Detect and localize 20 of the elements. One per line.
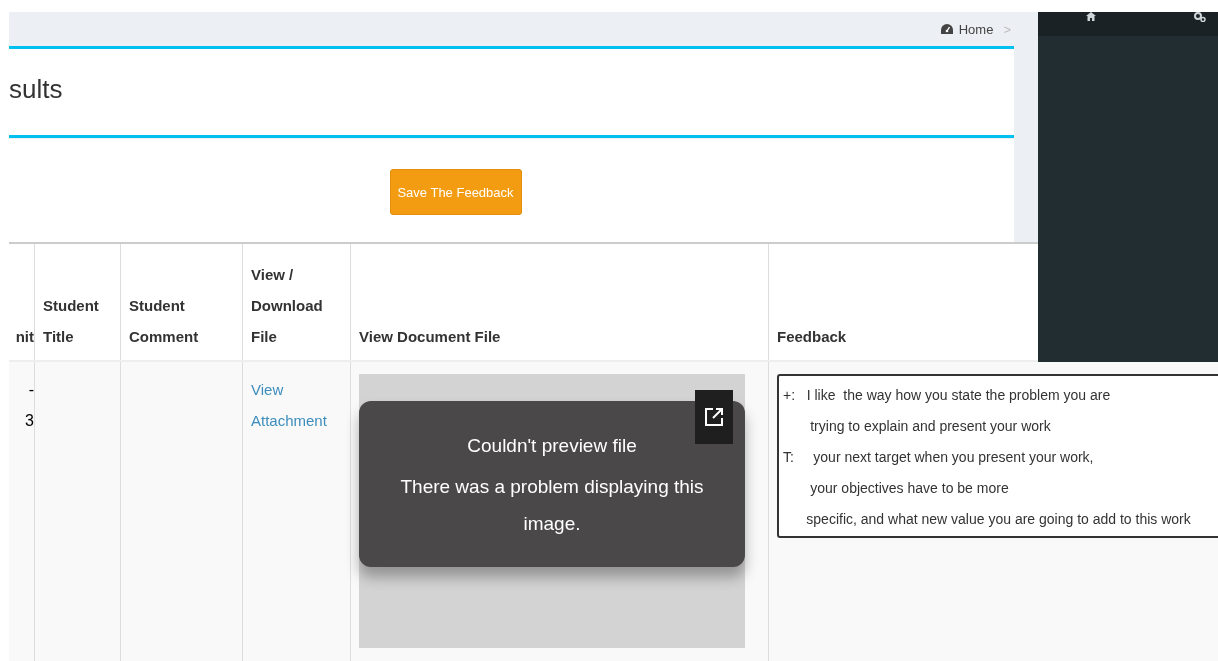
preview-error-title: Couldn't preview file (466, 433, 638, 458)
column-header: View / Download File (251, 266, 323, 345)
gears-icon[interactable] (1194, 12, 1206, 22)
column-header: nit (15, 328, 34, 345)
home-icon[interactable] (1086, 12, 1096, 21)
column-header: Student Title (43, 297, 99, 345)
breadcrumb-separator: > (1003, 21, 1011, 37)
breadcrumb-link[interactable]: Home (958, 21, 994, 37)
column-header: Student Comment (129, 297, 199, 345)
column-header: Feedback (777, 328, 847, 345)
page-title: sults (9, 73, 63, 105)
open-external-button[interactable] (695, 390, 733, 444)
feedback-field[interactable]: +: I like the way how you state the problem you are trying to explain and present your work T: your next target when you present your work, your objectives have to be more specific, and what new value you are going to add to this work (777, 374, 1218, 538)
dashboard-icon (940, 24, 953, 34)
column-header: View Document File (359, 328, 501, 345)
view-attachment-link[interactable]: View Attachment (251, 374, 342, 436)
preview-error-message: There was a problem displaying this image. (399, 474, 705, 536)
open-external-icon (704, 407, 724, 427)
cell-text: 3 (24, 411, 34, 431)
cell-text: - (27, 380, 34, 400)
